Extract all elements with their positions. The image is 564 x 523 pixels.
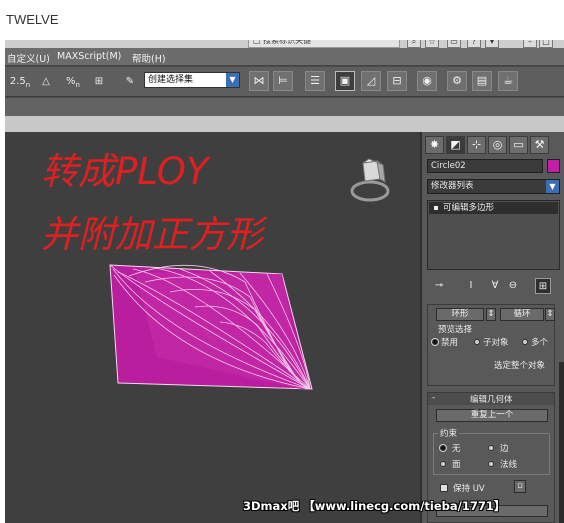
- configure-sets-icon[interactable]: ⊞: [535, 278, 551, 294]
- edit-geometry-title: 编辑几何体: [470, 395, 513, 405]
- curve-editor-icon[interactable]: ◿: [361, 71, 381, 91]
- angle-snap-value: 2.5: [9, 76, 26, 87]
- show-end-result-icon[interactable]: Ⅰ: [463, 278, 479, 294]
- utilities-tab-icon[interactable]: ⚒: [530, 136, 549, 154]
- preview-multi-radio[interactable]: [522, 339, 528, 345]
- maximize-icon[interactable]: □: [539, 40, 553, 48]
- display-tab-icon[interactable]: ▭: [509, 136, 528, 154]
- ring-spinner[interactable]: ⇕: [486, 308, 496, 321]
- modify-tab-icon[interactable]: ◩: [446, 136, 465, 154]
- constraint-normal-radio[interactable]: [488, 461, 494, 467]
- render-teapot-icon[interactable]: ☕: [498, 71, 518, 91]
- annotation-line2: 并附加正方形: [41, 213, 268, 256]
- selected-whole-object-label: 选定整个对象: [494, 361, 546, 371]
- angle-snap-button[interactable]: 2.5n: [8, 72, 32, 92]
- binoculars-icon[interactable]: ⌕: [407, 40, 421, 48]
- stack-toolbar: ⊸ Ⅰ ∀ ⊖ ⊞: [427, 276, 560, 296]
- schematic-view-icon[interactable]: ⊟: [387, 71, 407, 91]
- annotation-handwriting: 转成PLOY 并附加正方形: [41, 150, 268, 256]
- object-color-swatch[interactable]: [547, 159, 560, 173]
- ring-button[interactable]: 环形: [436, 308, 484, 321]
- minimize-icon[interactable]: –: [523, 40, 537, 48]
- pin-stack-icon[interactable]: ⊸: [431, 278, 447, 294]
- modifier-stack: 可编辑多边形: [427, 200, 560, 270]
- layer-manager-icon[interactable]: ☰: [305, 71, 325, 91]
- ribbon-icon[interactable]: ▭: [447, 40, 461, 48]
- preview-multi-label: 多个: [531, 338, 549, 348]
- collapse-minus-icon: -: [432, 393, 436, 403]
- angle-snap-icon[interactable]: △: [37, 72, 55, 92]
- chevron-down-icon: ▼: [546, 180, 559, 193]
- spinner-snap-icon[interactable]: ⊞: [89, 72, 109, 92]
- graphite-ribbon-icon[interactable]: ▣: [335, 71, 355, 91]
- chevron-down-icon: ▼: [226, 73, 239, 87]
- create-tab-icon[interactable]: ✸: [425, 136, 444, 154]
- preview-subobject-label: 子对象: [483, 338, 509, 348]
- post-title: TWELVE: [6, 12, 59, 27]
- constraint-edge-label: 边: [500, 444, 509, 454]
- preview-selection-label: 预览选择: [438, 325, 473, 335]
- viewport-canvas: 转成PLOY 并附加正方形: [41, 150, 390, 390]
- bullet-icon: [434, 206, 438, 210]
- loop-button[interactable]: 循环: [500, 308, 544, 321]
- circle02-mesh[interactable]: [109, 264, 313, 390]
- main-toolbar: 2.5n △ %n ⊞ ✎ 创建选择集 ▼ ⋈ ⊨ ☰ ▣ ◿ ⊟ ◉ ⚙ ▤ ☕: [5, 67, 564, 97]
- max-screenshot: □ 搜索标识关键 ⌕ ☆ ▭ ? ▾ – □ 自定义(U) MAXScript(…: [5, 40, 564, 523]
- menu-maxscript[interactable]: MAXScript(M): [57, 51, 121, 62]
- preview-disabled-label: 禁用: [441, 338, 459, 348]
- preview-disabled-radio[interactable]: [432, 339, 438, 345]
- toolbar-gap: [5, 98, 564, 116]
- constraints-group: [433, 433, 550, 475]
- watermark: 3Dmax吧 【www.linecg.com/tieba/1771】: [243, 499, 506, 513]
- repeat-last-button[interactable]: 重复上一个: [436, 409, 548, 422]
- mirror-icon[interactable]: ⋈: [249, 71, 269, 91]
- preserve-uv-checkbox[interactable]: [440, 484, 448, 492]
- percent-snap-label: %: [66, 76, 76, 87]
- ribbon-strip: [5, 116, 564, 132]
- modifier-list-dropdown[interactable]: 修改器列表 ▼: [427, 179, 560, 194]
- stack-item-editable-poly[interactable]: 可编辑多边形: [429, 202, 558, 214]
- modifier-list-label: 修改器列表: [431, 181, 474, 191]
- dropdown-icon[interactable]: ▾: [485, 40, 499, 48]
- constraint-face-radio[interactable]: [440, 461, 446, 467]
- viewcube-icon[interactable]: [350, 158, 390, 202]
- help-icon[interactable]: ?: [467, 40, 481, 48]
- object-name-field[interactable]: Circle02: [427, 159, 543, 173]
- preserve-uv-settings-button[interactable]: ▫: [514, 480, 526, 493]
- menu-customize[interactable]: 自定义(U): [7, 51, 50, 65]
- menu-bar: □ 搜索标识关键 ⌕ ☆ ▭ ? ▾ – □ 自定义(U) MAXScript(…: [5, 40, 564, 66]
- constraints-label: 约束: [438, 427, 460, 439]
- constraint-edge-radio[interactable]: [488, 445, 494, 451]
- selection-rollout: 环形 ⇕ 循环 ⇕ 预览选择 禁用 子对象 多个 选定整个对象: [427, 304, 555, 386]
- constraint-none-radio[interactable]: [440, 445, 446, 451]
- stack-item-label: 可编辑多边形: [443, 203, 495, 213]
- menu-help[interactable]: 帮助(H): [132, 51, 166, 65]
- star-icon[interactable]: ☆: [425, 40, 439, 48]
- rollouts: 环形 ⇕ 循环 ⇕ 预览选择 禁用 子对象 多个 选定整个对象 - 编辑几何体 …: [427, 304, 555, 523]
- material-editor-icon[interactable]: ◉: [417, 71, 437, 91]
- remove-modifier-icon[interactable]: ⊖: [505, 278, 521, 294]
- preview-subobject-radio[interactable]: [474, 339, 480, 345]
- search-field[interactable]: □ 搜索标识关键: [248, 40, 400, 48]
- edit-geometry-header[interactable]: - 编辑几何体: [428, 393, 554, 405]
- render-setup-icon[interactable]: ⚙: [447, 71, 467, 91]
- perspective-viewport[interactable]: 转成PLOY 并附加正方形: [5, 132, 420, 523]
- named-selection-value: 创建选择集: [148, 75, 194, 85]
- constraint-none-label: 无: [452, 444, 461, 454]
- percent-snap-button[interactable]: %n: [61, 72, 85, 92]
- motion-tab-icon[interactable]: ◎: [488, 136, 507, 154]
- edit-named-selection-icon[interactable]: ✎: [120, 72, 140, 92]
- loop-spinner[interactable]: ⇕: [545, 308, 555, 321]
- command-panel: ✸ ◩ ⊹ ◎ ▭ ⚒ Circle02 修改器列表 ▼ 可编辑多边形 ⊸ Ⅰ ∀…: [420, 132, 564, 523]
- constraint-face-label: 面: [452, 460, 461, 470]
- constraint-normal-label: 法线: [500, 460, 518, 470]
- preserve-uv-label: 保持 UV: [453, 484, 485, 494]
- panel-scrollbar[interactable]: [559, 362, 564, 523]
- annotation-line1: 转成PLOY: [41, 150, 211, 193]
- make-unique-icon[interactable]: ∀: [487, 278, 503, 294]
- hierarchy-tab-icon[interactable]: ⊹: [467, 136, 486, 154]
- render-frame-icon[interactable]: ▤: [472, 71, 492, 91]
- align-icon[interactable]: ⊨: [273, 71, 293, 91]
- named-selection-dropdown[interactable]: 创建选择集 ▼: [144, 72, 240, 88]
